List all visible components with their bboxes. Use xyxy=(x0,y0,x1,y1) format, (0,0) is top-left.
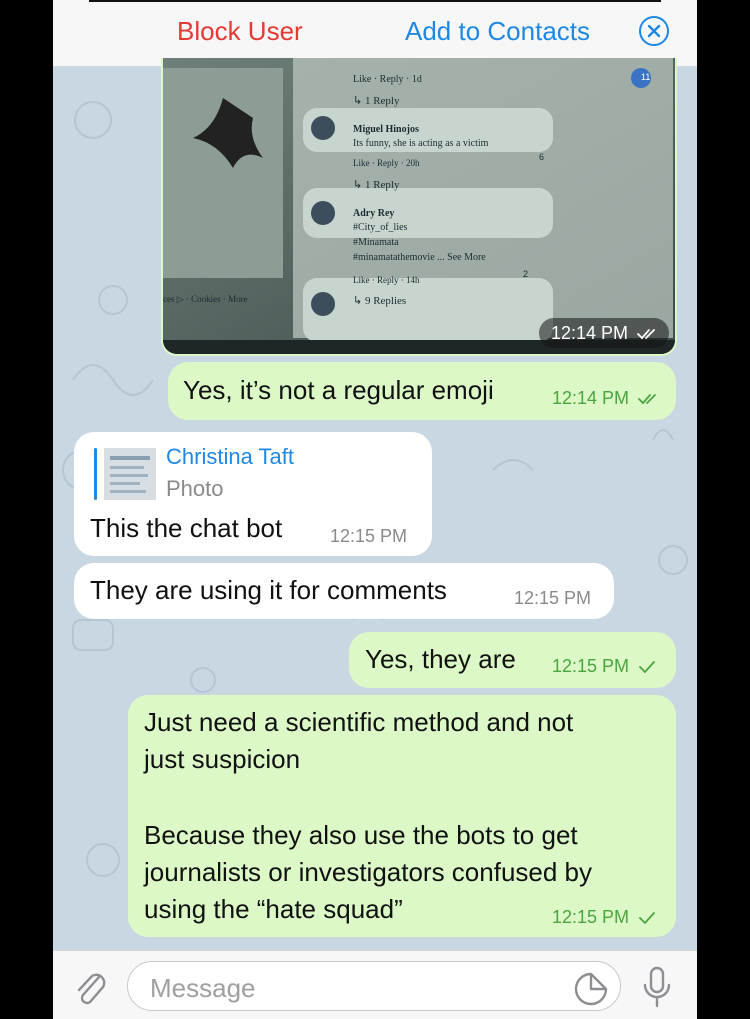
message-line: Just need a scientific method and not xyxy=(144,707,574,737)
message-time-text: 12:14 PM xyxy=(552,388,630,408)
photo-comment-replies-1: ↳ 1 Reply xyxy=(353,95,400,107)
message-time: 12:15 PM xyxy=(552,907,656,928)
message-text: Yes, they are xyxy=(365,644,516,674)
photo-comment-reactions-2: 6 xyxy=(539,152,545,162)
message-text: They are using it for comments xyxy=(90,575,447,605)
chat-action-bar: Block User Add to Contacts xyxy=(53,0,697,67)
message-text: This the chat bot xyxy=(90,513,283,543)
message-time: 12:15 PM xyxy=(514,588,592,608)
block-user-button[interactable]: Block User xyxy=(177,16,303,47)
top-edge-rule xyxy=(89,0,661,2)
outgoing-message[interactable]: Yes, it’s not a regular emoji 12:14 PM xyxy=(168,362,676,420)
photo-comment-text-2: Its funny, she is acting as a victim xyxy=(353,138,489,149)
photo-comment-reactions-1: 11 xyxy=(641,72,651,82)
message-composer: Message xyxy=(53,950,697,1019)
outgoing-message[interactable]: Yes, they are 12:15 PM xyxy=(349,632,676,688)
photo-attachment[interactable]: Like · Reply · 1d ↳ 1 Reply 11 Miguel Hi… xyxy=(163,58,675,354)
incoming-message[interactable]: Christina Taft Photo This the chat bot 1… xyxy=(74,432,432,556)
double-check-icon xyxy=(637,329,655,340)
reply-photo-thumbnail xyxy=(104,448,156,500)
incoming-message[interactable]: They are using it for comments 12:15 PM xyxy=(74,563,614,619)
message-time: 12:15 PM xyxy=(552,656,656,677)
message-time: 12:15 PM xyxy=(330,526,408,546)
close-icon[interactable] xyxy=(638,15,670,47)
message-time-text: 12:15 PM xyxy=(552,656,630,676)
add-to-contacts-button[interactable]: Add to Contacts xyxy=(405,16,590,47)
sticker-icon[interactable] xyxy=(573,971,609,1007)
single-check-icon xyxy=(639,912,655,925)
photo-timestamp: 12:14 PM xyxy=(539,318,669,348)
message-placeholder: Message xyxy=(150,973,256,1003)
reply-indicator xyxy=(94,448,97,500)
photo-comment-replies-2: ↳ 1 Reply xyxy=(353,179,400,191)
reply-author-name: Christina Taft xyxy=(166,444,294,469)
photo-comment-author-3: Adry Rey xyxy=(353,208,395,219)
photo-comment-reactions-3: 2 xyxy=(523,269,529,279)
photo-comment-meta-2: Like · Reply · 20h xyxy=(353,158,420,168)
message-line: using the “hate squad” xyxy=(144,894,403,924)
message-input[interactable]: Message xyxy=(127,961,621,1011)
photo-comment-meta-1: Like · Reply · 1d xyxy=(353,74,422,85)
photo-comment-meta-3: Like · Reply · 14h xyxy=(353,275,420,285)
message-line: just suspicion xyxy=(144,744,301,774)
photo-comment-line-3c: #minamatathemovie ... See More xyxy=(353,252,486,263)
message-time: 12:14 PM xyxy=(552,388,662,409)
photo-comment-author-2: Miguel Hinojos xyxy=(353,124,419,135)
message-text: Yes, it’s not a regular emoji xyxy=(183,375,494,405)
double-check-icon xyxy=(638,394,656,405)
photo-comment-line-3a: #City_of_lies xyxy=(353,222,408,233)
message-line: Because they also use the bots to get xyxy=(144,820,578,850)
photo-footer-links: ces ▷ · Cookies · More xyxy=(163,294,248,304)
outgoing-message[interactable]: Just need a scientific method and not ju… xyxy=(128,695,676,937)
photo-comment-line-3b: #Minamata xyxy=(353,237,399,248)
photo-comment-replies-3: ↳ 9 Replies xyxy=(353,295,407,307)
message-time-text: 12:15 PM xyxy=(552,907,630,927)
photo-time-text: 12:14 PM xyxy=(551,323,629,343)
message-line: journalists or investigators confused by xyxy=(144,857,593,887)
photo-image xyxy=(163,58,675,354)
chat-screen: Block User Add to Contacts Like · Reply … xyxy=(53,0,697,1019)
reply-media-type: Photo xyxy=(166,476,224,501)
paperclip-icon[interactable] xyxy=(73,969,107,1007)
microphone-icon[interactable] xyxy=(639,965,675,1009)
single-check-icon xyxy=(639,661,655,674)
